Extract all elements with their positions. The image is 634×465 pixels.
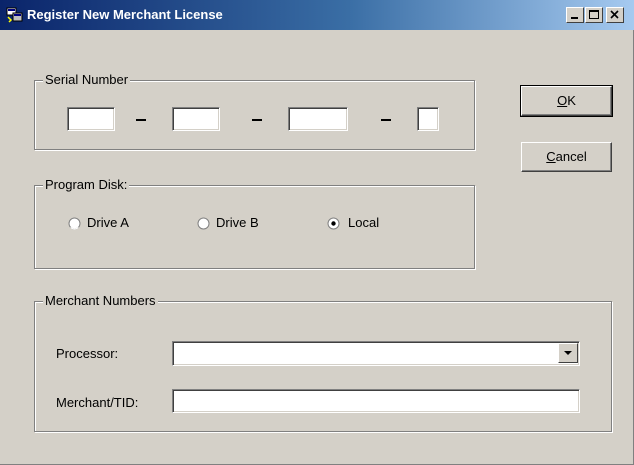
serial-part-1-input[interactable] [67, 107, 115, 131]
radio-drive-b[interactable] [197, 217, 210, 230]
radio-local-label[interactable]: Local [348, 215, 379, 231]
merchant-tid-input[interactable] [172, 389, 580, 413]
radio-drive-b-label[interactable]: Drive B [216, 215, 259, 231]
merchant-numbers-legend: Merchant Numbers [43, 293, 158, 309]
serial-number-legend: Serial Number [43, 72, 131, 88]
close-icon [610, 10, 619, 19]
processor-label: Processor: [56, 346, 119, 361]
processor-dropdown-button[interactable] [558, 343, 578, 363]
register-license-dialog: Register New Merchant License Serial Num… [0, 0, 634, 465]
maximize-icon [589, 10, 599, 19]
processor-select[interactable] [172, 341, 580, 366]
minimize-icon [571, 17, 578, 19]
merchant-tid-label: Merchant/TID: [56, 395, 139, 410]
serial-part-4-input[interactable] [417, 107, 439, 131]
serial-part-3-input[interactable] [288, 107, 348, 131]
chevron-down-icon [564, 351, 572, 355]
radio-drive-a[interactable] [68, 217, 81, 230]
title-bar[interactable]: Register New Merchant License [0, 0, 634, 30]
cancel-button[interactable]: Cancel [521, 142, 612, 172]
maximize-button[interactable] [585, 7, 603, 23]
ok-button[interactable]: OK [520, 85, 613, 117]
radio-local[interactable] [327, 217, 340, 230]
register-app-icon [6, 6, 24, 24]
serial-part-2-input[interactable] [172, 107, 220, 131]
close-button[interactable] [606, 7, 624, 23]
serial-separator-3 [381, 119, 391, 121]
minimize-button[interactable] [566, 7, 584, 23]
serial-separator-2 [252, 119, 262, 121]
program-disk-legend: Program Disk: [43, 177, 130, 193]
serial-separator-1 [136, 119, 146, 121]
window-title: Register New Merchant License [27, 7, 223, 22]
radio-drive-a-label[interactable]: Drive A [87, 215, 129, 231]
